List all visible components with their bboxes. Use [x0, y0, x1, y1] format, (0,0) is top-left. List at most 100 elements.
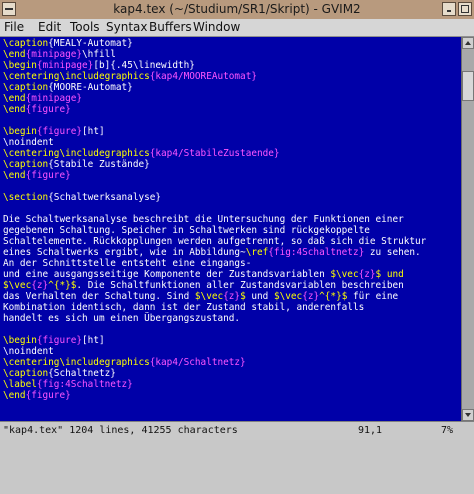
code-token: {figure} [36, 126, 83, 137]
code-line: Die Schaltwerksanalyse beschreibt die Un… [3, 214, 404, 225]
code-line: \end{figure} [3, 390, 71, 401]
code-line: \end{minipage}\hfill [3, 49, 116, 60]
scroll-down-icon[interactable] [462, 409, 474, 421]
code-token: \caption [3, 38, 49, 49]
code-line: $\vec{z}^{*}$. Die Schaltfunktionen alle… [3, 280, 404, 291]
text-editor[interactable]: \caption{MEALY-Automat} \end{minipage}\hf… [0, 37, 461, 421]
code-line: An der Schnittstelle entsteht eine einga… [3, 258, 251, 269]
code-token: {figure} [25, 104, 71, 115]
code-token: An der Schnittstelle entsteht eine einga… [3, 258, 252, 269]
code-token: gegebenen Schaltung. Speicher in Schaltw… [3, 225, 370, 236]
code-token: \end [3, 49, 26, 60]
code-token: \caption [3, 159, 49, 170]
scroll-thumb[interactable] [462, 71, 474, 101]
code-token: {MEALY-Automat} [48, 38, 133, 49]
code-token: {figure} [25, 390, 71, 401]
code-line: \begin{minipage}[b]{.45\linewidth} [3, 60, 195, 71]
code-token: \centering\includegraphics [3, 357, 150, 368]
code-line: \centering\includegraphics{kap4/StabileZ… [3, 148, 280, 159]
maximize-icon[interactable] [458, 2, 472, 16]
code-token: {kap4/MOOREAutomat} [149, 71, 257, 82]
code-token: für eine [347, 291, 399, 302]
code-token: $ und [375, 269, 404, 280]
code-line: und eine ausgangsseitige Komponente der … [3, 269, 404, 280]
code-token: {Stabile Zustände} [48, 159, 150, 170]
code-token: ^{*}$ [319, 291, 348, 302]
code-line: Schaltelemente. Rückkopplungen werden au… [3, 236, 426, 247]
code-line: handelt es sich um einen Übergangszustan… [3, 313, 240, 324]
code-line: \end{figure} [3, 170, 71, 181]
code-token: \end [3, 390, 26, 401]
code-token: {figure} [25, 170, 71, 181]
code-token: \noindent [3, 346, 54, 357]
code-token: ^{*}$ [48, 280, 77, 291]
code-token: {minipage} [25, 93, 83, 104]
code-token: {Schaltnetz} [48, 368, 116, 379]
cursor-position: 91,1 [358, 425, 383, 436]
code-line: \centering\includegraphics{kap4/Schaltne… [3, 357, 246, 368]
menu-file[interactable]: File [4, 20, 24, 34]
file-info: "kap4.tex" 1204 lines, 41255 characters [3, 425, 238, 436]
code-token: \begin [3, 60, 37, 71]
code-token: {kap4/Schaltnetz} [149, 357, 246, 368]
code-token: \section [3, 192, 49, 203]
code-token: {fig:4Schaltnetz} [268, 247, 365, 258]
code-token: \hfill [82, 49, 116, 60]
code-token: \end [3, 104, 26, 115]
code-token: zu sehen. [364, 247, 421, 258]
code-token: . Die Schaltfunktionen aller Zustandsvar… [76, 280, 404, 291]
code-line: \end{figure} [3, 104, 71, 115]
scroll-percent: 7% [441, 425, 454, 436]
code-line: gegebenen Schaltung. Speicher in Schaltw… [3, 225, 370, 236]
code-line: das Verhalten der Schaltung. Sind $\vec{… [3, 291, 398, 302]
code-line: \caption{MEALY-Automat} [3, 38, 133, 49]
code-token: {MOORE-Automat} [48, 82, 133, 93]
code-token: {fig:4Schaltnetz} [36, 379, 133, 390]
code-line: \caption{MOORE-Automat} [3, 82, 133, 93]
menu-syntax[interactable]: Syntax [106, 20, 147, 34]
code-token: {minipage} [25, 49, 83, 60]
code-line: \begin{figure}[ht] [3, 126, 105, 137]
code-line: \section{Schaltwerksanalyse} [3, 192, 161, 203]
code-line: eines Schaltwerks ergibt, wie in Abbildu… [3, 247, 421, 258]
code-token: [ht] [82, 335, 105, 346]
code-token: [b]{.45\linewidth} [93, 60, 195, 71]
code-token: $\vec [194, 291, 224, 302]
code-token: und [245, 291, 274, 302]
menu-buffers[interactable]: Buffers [149, 20, 192, 34]
minimize-icon[interactable] [442, 2, 456, 16]
code-token: $\vec [3, 280, 32, 291]
code-token: \centering\includegraphics [3, 148, 150, 159]
code-token: {minipage} [36, 60, 94, 71]
vertical-scrollbar[interactable] [461, 37, 474, 421]
code-line: \noindent [3, 346, 54, 357]
code-token: {z} [302, 291, 320, 302]
code-token: und eine ausgangsseitige Komponente der … [3, 269, 331, 280]
code-token: {Schaltwerksanalyse} [48, 192, 162, 203]
code-line: \caption{Stabile Zustände} [3, 159, 150, 170]
code-token: Kombination identisch, dann ist der Zust… [3, 302, 365, 313]
code-line: \label{fig:4Schaltnetz} [3, 379, 133, 390]
code-token: {figure} [36, 335, 83, 346]
menu-edit[interactable]: Edit [38, 20, 61, 34]
code-token: {z} [223, 291, 241, 302]
status-line: "kap4.tex" 1204 lines, 41255 characters … [0, 421, 474, 440]
code-token: Schaltelemente. Rückkopplungen werden au… [3, 236, 427, 247]
code-token: \noindent [3, 137, 54, 148]
scroll-up-icon[interactable] [462, 37, 474, 49]
code-token: handelt es sich um einen Übergangszustan… [3, 313, 241, 324]
code-token: {z} [358, 269, 376, 280]
window-title: kap4.tex (~/Studium/SR1/Skript) - GVIM2 [113, 2, 361, 16]
code-token: \end [3, 93, 26, 104]
code-token: \centering\includegraphics [3, 71, 150, 82]
code-token: eines Schaltwerks ergibt, wie in Abbildu… [3, 247, 246, 258]
code-token: \label [3, 379, 37, 390]
title-bar[interactable]: kap4.tex (~/Studium/SR1/Skript) - GVIM2 [0, 0, 474, 20]
code-token: \caption [3, 82, 49, 93]
code-line: \end{minipage} [3, 93, 82, 104]
code-token: \begin [3, 335, 37, 346]
menu-tools[interactable]: Tools [70, 20, 100, 34]
code-token: \begin [3, 126, 37, 137]
menu-window[interactable]: Window [193, 20, 240, 34]
code-line: \caption{Schaltnetz} [3, 368, 116, 379]
